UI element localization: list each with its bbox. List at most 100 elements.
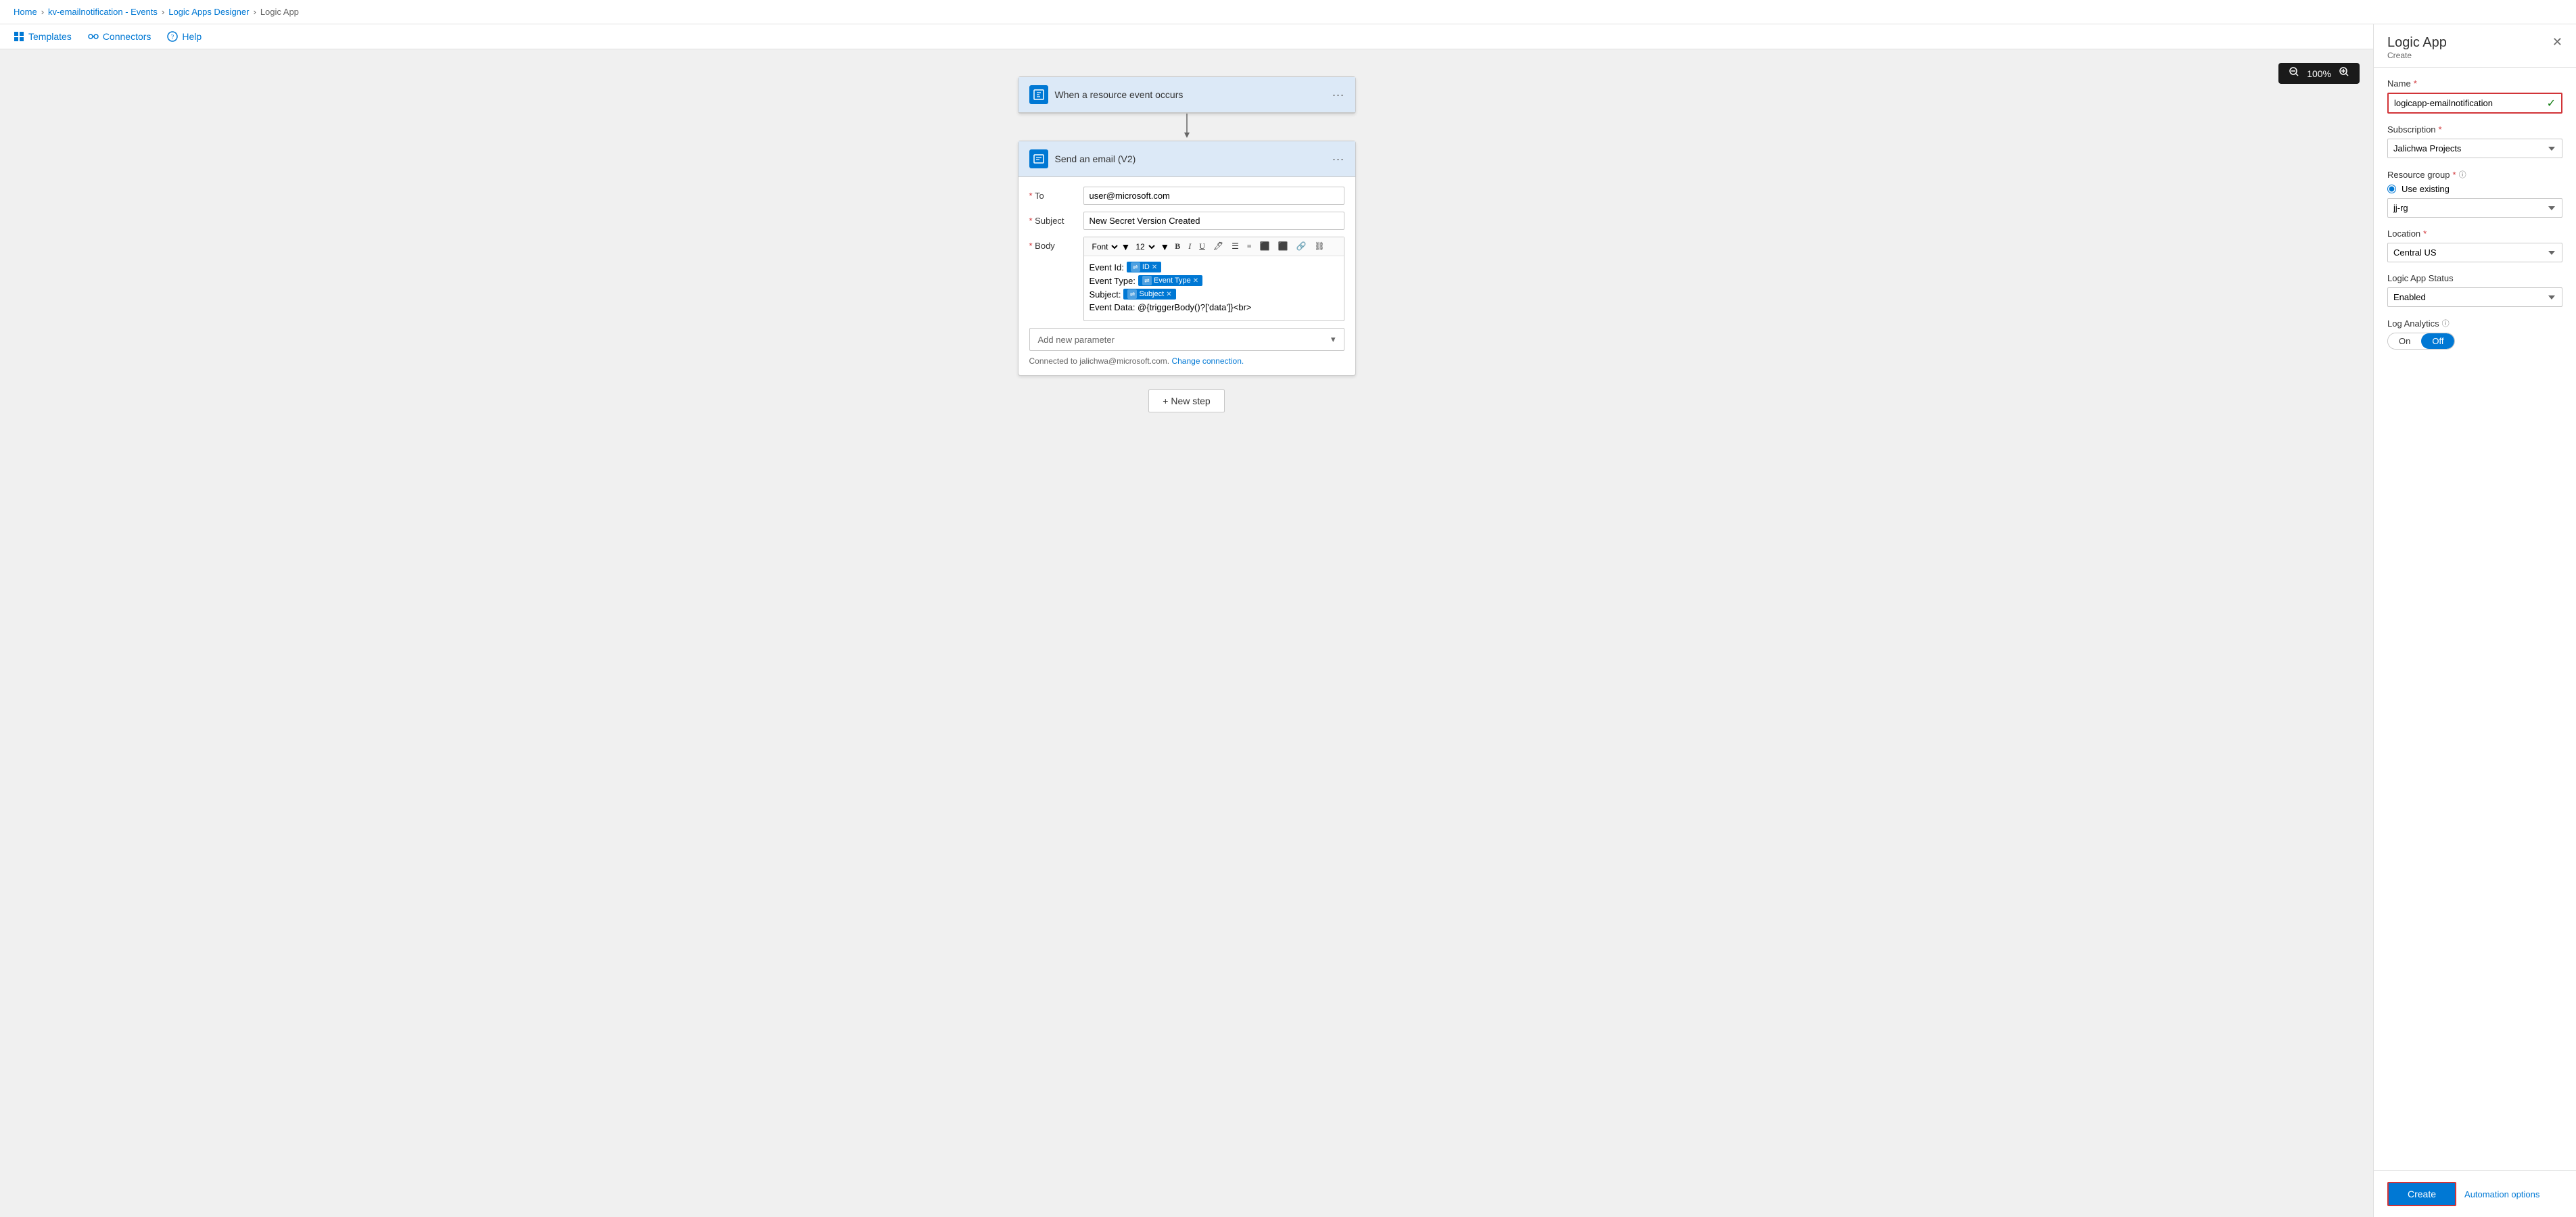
trigger-card: When a resource event occurs ··· [1018, 76, 1356, 114]
add-param-chevron: ▾ [1331, 334, 1336, 345]
designer-toolbar: Templates Connectors ? Help [0, 24, 2373, 49]
templates-button[interactable]: Templates [14, 31, 72, 42]
body-line-3: Subject: ⇌ Subject ✕ [1090, 289, 1338, 300]
panel-close-button[interactable]: ✕ [2552, 35, 2562, 49]
toggle-on-button[interactable]: On [2388, 333, 2421, 349]
connectors-icon [88, 31, 99, 42]
body-toolbar: Font ▼ 12 14 16 ▼ [1084, 237, 1344, 256]
change-connection-link[interactable]: Change connection. [1171, 356, 1244, 366]
templates-label: Templates [28, 31, 72, 42]
link-button[interactable]: 🔗 [1294, 240, 1309, 253]
panel-title: Logic App [2387, 35, 2447, 51]
toggle-off-button[interactable]: Off [2421, 333, 2454, 349]
align-left-button[interactable]: ⬛ [1257, 240, 1273, 253]
body-line-1: Event Id: ⇌ ID ✕ [1090, 262, 1338, 272]
name-check-icon: ✓ [2547, 97, 2556, 110]
breadcrumb-events[interactable]: kv-emailnotification - Events [48, 7, 158, 17]
use-existing-radio[interactable] [2387, 185, 2396, 193]
event-type-token-icon: ⇌ [1142, 276, 1152, 285]
zoom-out-button[interactable] [2287, 67, 2301, 80]
use-existing-label: Use existing [2402, 184, 2450, 194]
resource-group-info-icon: ⓘ [2459, 169, 2466, 180]
id-token-label: ID [1142, 263, 1150, 271]
breadcrumb-designer[interactable]: Logic Apps Designer [168, 7, 249, 17]
name-input[interactable] [2389, 94, 2561, 112]
subject-field-row: Subject [1029, 212, 1344, 230]
name-field: Name * ✓ [2387, 78, 2562, 114]
trigger-card-header[interactable]: When a resource event occurs ··· [1018, 77, 1355, 113]
subject-token-close[interactable]: ✕ [1166, 291, 1171, 298]
subject-prefix: Subject: [1090, 289, 1121, 300]
status-field: Logic App Status Enabled Disabled [2387, 273, 2562, 307]
action-card-header[interactable]: Send an email (V2) ··· [1018, 141, 1355, 177]
action-card-title: Send an email (V2) [1055, 153, 1136, 164]
subscription-select[interactable]: Jalichwa Projects [2387, 139, 2562, 158]
status-label: Logic App Status [2387, 273, 2562, 283]
size-select[interactable]: 12 14 16 [1133, 241, 1157, 252]
log-analytics-label: Log Analytics ⓘ [2387, 318, 2562, 329]
log-analytics-toggle: On Off [2387, 333, 2455, 350]
panel-header: Logic App Create ✕ [2374, 24, 2576, 68]
align-center-button[interactable]: ⬛ [1275, 240, 1291, 253]
event-type-token-close[interactable]: ✕ [1193, 277, 1198, 285]
help-icon: ? [167, 31, 178, 42]
bold-button[interactable]: B [1172, 240, 1183, 253]
status-select[interactable]: Enabled Disabled [2387, 287, 2562, 307]
body-label: Body [1029, 237, 1077, 251]
bullet-list-button[interactable]: ☰ [1229, 240, 1242, 253]
action-card-body: To Subject Body [1018, 177, 1355, 375]
location-select[interactable]: Central US [2387, 243, 2562, 262]
trigger-card-more[interactable]: ··· [1332, 88, 1344, 102]
resource-group-field: Resource group * ⓘ Use existing jj-rg [2387, 169, 2562, 218]
body-content[interactable]: Event Id: ⇌ ID ✕ Event Type: [1084, 256, 1344, 320]
action-card: Send an email (V2) ··· To Subject [1018, 141, 1356, 376]
action-card-more[interactable]: ··· [1332, 152, 1344, 166]
panel-footer: Create Automation options [2374, 1170, 2576, 1217]
ordered-list-button[interactable]: ≡ [1244, 240, 1255, 253]
event-data-text: Event Data: @{triggerBody()?['data']}<br… [1090, 302, 1252, 312]
help-label: Help [182, 31, 202, 42]
location-label: Location * [2387, 229, 2562, 239]
font-select[interactable]: Font [1090, 241, 1120, 252]
event-type-token-label: Event Type [1154, 277, 1191, 285]
unlink-button[interactable]: ⛓ [1312, 240, 1328, 253]
name-field-label: Name * [2387, 78, 2562, 89]
to-field-row: To [1029, 187, 1344, 205]
flow-container: When a resource event occurs ··· [1018, 76, 1356, 412]
help-button[interactable]: ? Help [167, 31, 202, 42]
body-editor: Font ▼ 12 14 16 ▼ [1083, 237, 1344, 321]
id-token-close[interactable]: ✕ [1152, 264, 1157, 271]
connectors-button[interactable]: Connectors [88, 31, 151, 42]
resource-group-label: Resource group * ⓘ [2387, 169, 2562, 180]
subject-label: Subject [1029, 212, 1077, 226]
flow-arrow [1181, 114, 1192, 141]
subject-input[interactable] [1083, 212, 1344, 230]
add-param-button[interactable]: Add new parameter ▾ [1029, 328, 1344, 351]
subject-token: ⇌ Subject ✕ [1123, 289, 1175, 300]
zoom-level: 100% [2307, 68, 2331, 79]
name-input-wrapper: ✓ [2387, 93, 2562, 114]
underline-button[interactable]: U [1196, 240, 1208, 253]
breadcrumb-current: Logic App [260, 7, 299, 17]
zoom-controls: 100% [2278, 63, 2360, 84]
breadcrumb: Home › kv-emailnotification - Events › L… [0, 0, 2576, 24]
resource-group-select[interactable]: jj-rg [2387, 198, 2562, 218]
log-analytics-info-icon: ⓘ [2442, 318, 2450, 329]
designer-canvas: 100% When a resource event occurs [0, 49, 2373, 1217]
right-panel: Logic App Create ✕ Name * ✓ Subscrip [2373, 24, 2576, 1217]
pen-button[interactable]: 🖊 [1211, 240, 1226, 253]
to-input[interactable] [1083, 187, 1344, 205]
svg-text:?: ? [171, 34, 174, 41]
id-token: ⇌ ID ✕ [1127, 262, 1161, 272]
subscription-field: Subscription * Jalichwa Projects [2387, 124, 2562, 158]
location-field: Location * Central US [2387, 229, 2562, 262]
automation-options-link[interactable]: Automation options [2464, 1189, 2539, 1199]
add-param-label: Add new parameter [1038, 335, 1115, 345]
panel-body: Name * ✓ Subscription * Jalichwa Project… [2374, 68, 2576, 1170]
italic-button[interactable]: I [1186, 240, 1194, 253]
zoom-in-button[interactable] [2337, 67, 2351, 80]
breadcrumb-home[interactable]: Home [14, 7, 37, 17]
new-step-button[interactable]: + New step [1148, 389, 1224, 412]
use-existing-option: Use existing [2387, 184, 2562, 194]
create-button[interactable]: Create [2387, 1182, 2456, 1206]
